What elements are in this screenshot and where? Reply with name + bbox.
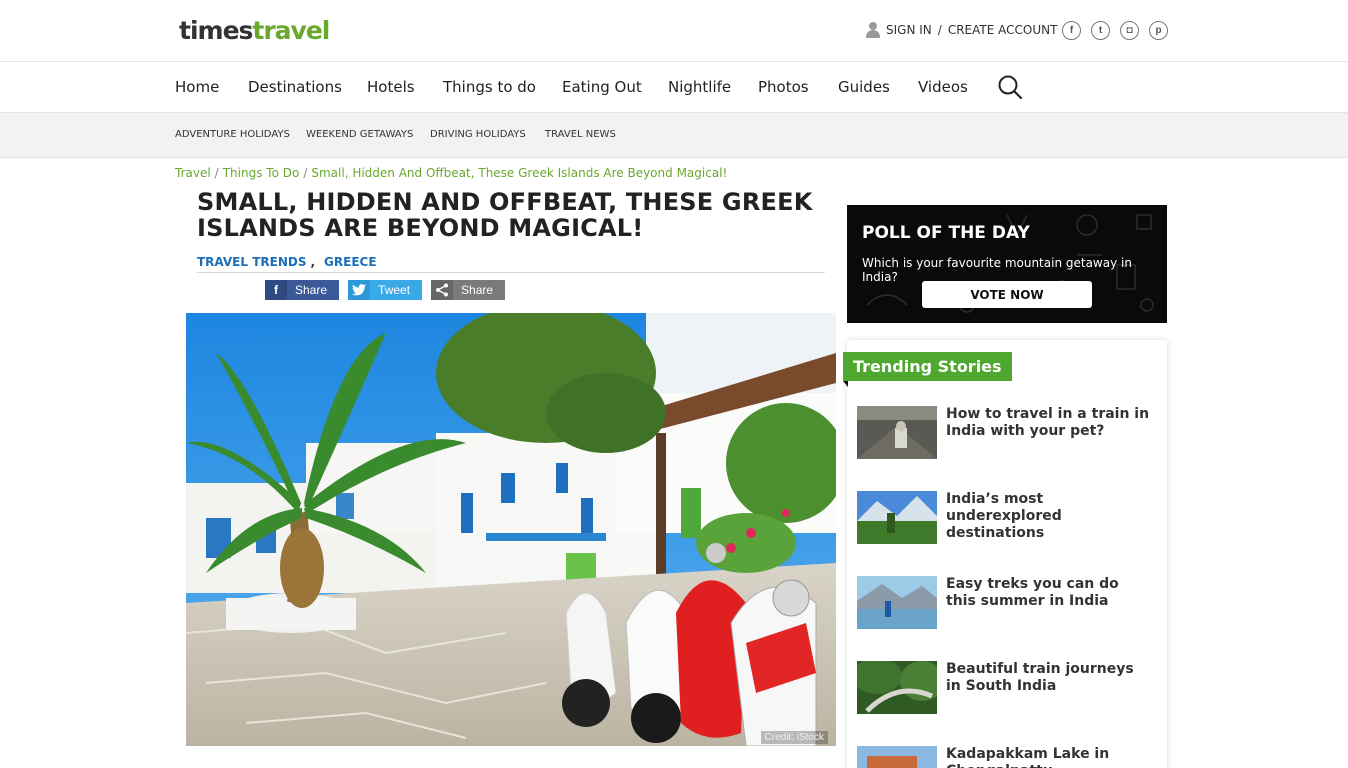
story-title: Easy treks you can do this summer in Ind… <box>946 576 1119 609</box>
sign-in-link[interactable]: SIGN IN <box>886 23 932 37</box>
tag-travel-trends[interactable]: TRAVEL TRENDS <box>197 255 306 269</box>
nav-item-eating-out[interactable]: Eating Out <box>562 78 642 96</box>
nav-item-guides[interactable]: Guides <box>838 78 890 96</box>
trending-story[interactable]: How to travel in a train in India with y… <box>857 406 1157 466</box>
nav-item-photos[interactable]: Photos <box>758 78 809 96</box>
article-tags: TRAVEL TRENDS, GREECE <box>197 255 377 269</box>
main-nav: Home Destinations Hotels Things to do Ea… <box>0 62 1348 112</box>
subnav-weekend-getaways[interactable]: WEEKEND GETAWAYS <box>306 129 413 140</box>
poll-question: Which is your favourite mountain getaway… <box>862 256 1132 284</box>
site-logo[interactable]: timestravel <box>179 16 330 45</box>
breadcrumb-travel[interactable]: Travel <box>175 166 211 180</box>
subnav-travel-news[interactable]: TRAVEL NEWS <box>545 129 616 140</box>
tag-greece[interactable]: GREECE <box>324 255 377 269</box>
user-icon <box>866 22 880 38</box>
account-separator: / <box>937 23 942 37</box>
nav-item-things-to-do[interactable]: Things to do <box>443 78 536 96</box>
sub-nav: ADVENTURE HOLIDAYS WEEKEND GETAWAYS DRIV… <box>0 112 1348 158</box>
tweet-button[interactable]: Tweet <box>348 280 423 300</box>
poll-widget: POLL OF THE DAY Which is your favourite … <box>847 205 1167 323</box>
story-thumbnail <box>857 661 937 714</box>
story-title: Beautiful train journeys in South India <box>946 661 1134 694</box>
share-button[interactable]: Share <box>431 280 506 300</box>
breadcrumb-separator: / <box>303 166 308 180</box>
share-label: Share <box>461 283 494 297</box>
facebook-share-label: Share <box>295 283 328 297</box>
trending-heading: Trending Stories <box>843 352 1012 387</box>
account-links: SIGN IN / CREATE ACCOUNT <box>866 22 1057 38</box>
nav-item-hotels[interactable]: Hotels <box>367 78 415 96</box>
breadcrumb-separator: / <box>214 166 219 180</box>
story-title: Kadapakkam Lake in Chengalpattu <box>946 746 1110 768</box>
nav-item-videos[interactable]: Videos <box>918 78 968 96</box>
instagram-icon[interactable]: ◘ <box>1120 21 1139 40</box>
social-links: f t ◘ p <box>1062 21 1168 40</box>
breadcrumb: Travel / Things To Do / Small, Hidden And Of… <box>175 166 727 180</box>
create-account-link[interactable]: CREATE ACCOUNT <box>948 23 1058 37</box>
logo-times: times <box>179 16 253 45</box>
hero-image: Credit: iStock <box>186 313 836 746</box>
divider <box>197 272 825 273</box>
tag-separator: , <box>310 255 316 269</box>
subnav-adventure-holidays[interactable]: ADVENTURE HOLIDAYS <box>175 129 290 140</box>
share-bar: f Share Tweet Share <box>265 280 506 300</box>
vote-now-button[interactable]: VOTE NOW <box>922 281 1092 308</box>
search-icon[interactable] <box>997 74 1023 100</box>
greek-street-illustration <box>186 313 836 746</box>
image-credit: Credit: iStock <box>760 731 828 744</box>
story-thumbnail <box>857 491 937 544</box>
nav-item-nightlife[interactable]: Nightlife <box>668 78 731 96</box>
trending-story[interactable]: Beautiful train journeys in South India <box>857 661 1157 721</box>
facebook-share-button[interactable]: f Share <box>265 280 340 300</box>
twitter-icon[interactable]: t <box>1091 21 1110 40</box>
facebook-icon[interactable]: f <box>1062 21 1081 40</box>
trending-story[interactable]: Kadapakkam Lake in Chengalpattu <box>857 746 1157 768</box>
breadcrumb-current[interactable]: Small, Hidden And Offbeat, These Greek I… <box>311 166 727 180</box>
subnav-driving-holidays[interactable]: DRIVING HOLIDAYS <box>430 129 526 140</box>
story-title: How to travel in a train in India with y… <box>946 406 1150 439</box>
article-title: SMALL, HIDDEN AND OFFBEAT, THESE GREEK I… <box>197 188 813 242</box>
share-icon <box>431 280 454 300</box>
pinterest-icon[interactable]: p <box>1149 21 1168 40</box>
story-title: India’s most underexplored destinations <box>946 491 1062 541</box>
nav-item-destinations[interactable]: Destinations <box>248 78 342 96</box>
trending-story[interactable]: India’s most underexplored destinations <box>857 491 1157 551</box>
tweet-label: Tweet <box>378 283 411 297</box>
breadcrumb-things-to-do[interactable]: Things To Do <box>223 166 300 180</box>
logo-travel: travel <box>252 16 330 45</box>
trending-story[interactable]: Easy treks you can do this summer in Ind… <box>857 576 1157 636</box>
story-thumbnail <box>857 746 937 768</box>
story-thumbnail <box>857 576 937 629</box>
trending-stories: Trending Stories How to travel in a trai… <box>843 340 1167 768</box>
twitter-icon <box>348 280 371 300</box>
story-thumbnail <box>857 406 937 459</box>
facebook-icon: f <box>265 280 287 300</box>
nav-item-home[interactable]: Home <box>175 78 219 96</box>
top-bar: timestravel SIGN IN / CREATE ACCOUNT f t… <box>0 0 1348 62</box>
poll-title: POLL OF THE DAY <box>862 223 1030 243</box>
